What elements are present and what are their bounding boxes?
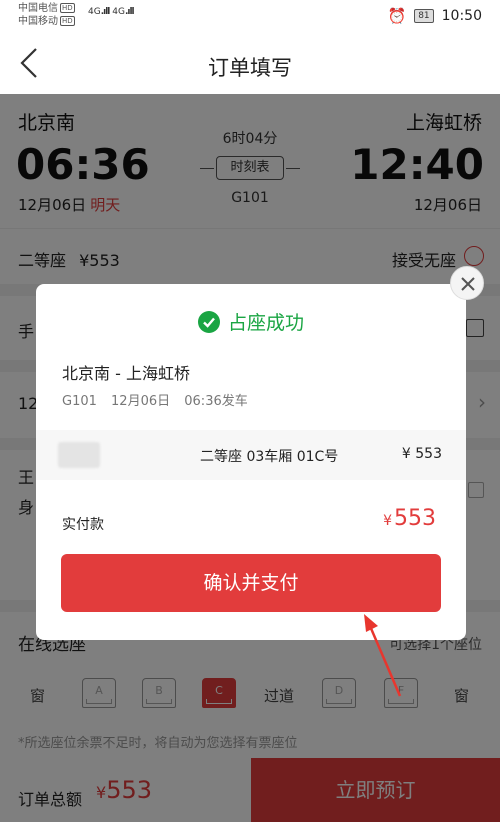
payment-value: 553: [394, 506, 436, 531]
payment-label: 实付款: [62, 517, 104, 533]
confirm-and-pay-button[interactable]: 确认并支付: [61, 554, 441, 612]
signal-bars-icon: .ıll: [100, 7, 111, 17]
reservation-success-dialog: 占座成功 北京南 - 上海虹桥 G101 12月06日 06:36发车 二等座 …: [36, 284, 466, 640]
hd-badge-icon: HD: [60, 3, 75, 13]
passenger-seat-row: 二等座 03车厢 01C号 ¥ 553: [36, 430, 466, 480]
alarm-clock-icon: ⏰: [387, 7, 407, 25]
close-icon[interactable]: [450, 266, 484, 300]
signal-bars-icon: .ıll: [124, 7, 135, 17]
seat-price: ¥ 553: [401, 446, 442, 462]
annotation-arrow-icon: [360, 612, 410, 702]
network-type-1: 4G: [88, 7, 101, 17]
page-title: 订单填写: [208, 56, 292, 80]
route-text: 北京南 - 上海虹桥: [62, 364, 190, 383]
carrier-2: 中国移动 HD: [18, 16, 75, 28]
passenger-name-redacted: [58, 442, 100, 468]
trip-details: G101 12月06日 06:36发车: [62, 390, 258, 409]
status-bar: 中国电信 HD 中国移动 HD 4G.ıll 4G.ıll ⏰ 81 10:50: [0, 0, 500, 32]
payment-amount: ¥553: [383, 506, 436, 531]
carrier-2-label: 中国移动: [18, 16, 58, 27]
hd-badge-icon: HD: [60, 16, 75, 26]
network-type-2: 4G: [112, 7, 125, 17]
success-header: 占座成功: [36, 308, 466, 335]
check-circle-icon: [197, 311, 220, 333]
status-right: ⏰ 81 10:50: [388, 7, 483, 25]
signal-indicators: 4G.ıll 4G.ıll: [88, 7, 135, 17]
trip-train-number: G101: [62, 394, 97, 409]
carrier-1-label: 中国电信: [18, 3, 58, 14]
trip-depart-time: 06:36发车: [184, 394, 248, 409]
clock-time: 10:50: [441, 8, 482, 24]
carrier-1: 中国电信 HD: [18, 3, 75, 15]
nav-bar: 订单填写: [0, 32, 500, 94]
success-text: 占座成功: [227, 312, 304, 334]
seat-assignment: 二等座 03车厢 01C号: [200, 449, 339, 465]
trip-date: 12月06日: [111, 394, 171, 409]
payment-currency: ¥: [383, 513, 392, 529]
battery-icon: 81: [414, 9, 434, 23]
